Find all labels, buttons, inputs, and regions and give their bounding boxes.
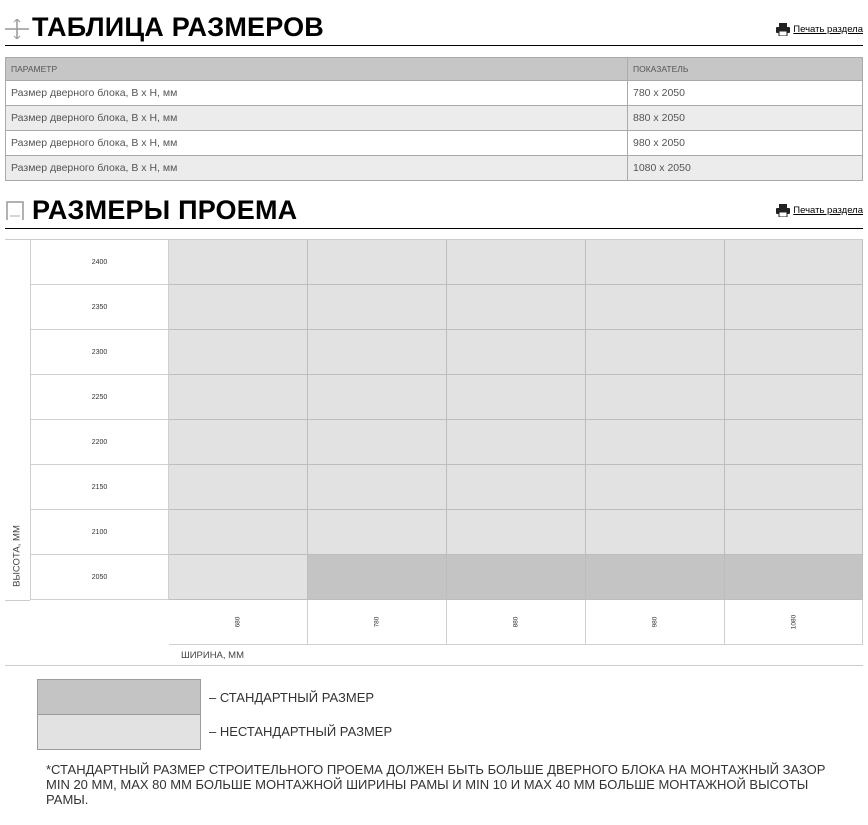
- x-tick-label: 980: [586, 600, 725, 645]
- grid-cell-nonstd: [447, 330, 586, 375]
- size-measure-icon: [5, 18, 29, 44]
- opening-title: РАЗМЕРЫ ПРОЕМА: [32, 195, 298, 225]
- grid-cell-nonstd: [725, 420, 863, 465]
- grid-cell-nonstd: [586, 240, 725, 285]
- x-tick-label: 880: [447, 600, 586, 645]
- grid-cell-std: [725, 555, 863, 600]
- y-axis-title: ВЫСОТА, ММ: [11, 525, 23, 587]
- row-param: Размер дверного блока, В х Н, мм: [5, 155, 628, 181]
- column-header-value: ПОКАЗАТЕЛЬ: [627, 57, 863, 81]
- opening-header: РАЗМЕРЫ ПРОЕМА Печать раздела: [5, 189, 863, 229]
- grid-cell-nonstd: [586, 330, 725, 375]
- y-tick-label: 2400: [30, 240, 169, 285]
- grid-cell-nonstd: [447, 285, 586, 330]
- grid-cell-nonstd: [586, 510, 725, 555]
- row-param: Размер дверного блока, В х Н, мм: [5, 105, 628, 131]
- y-tick-label: 2300: [30, 330, 169, 375]
- grid-cell-nonstd: [725, 375, 863, 420]
- row-value: 880 х 2050: [627, 105, 863, 131]
- grid-cell-nonstd: [586, 375, 725, 420]
- y-tick-label: 2050: [30, 555, 169, 600]
- y-tick-label: 2200: [30, 420, 169, 465]
- grid-cell-nonstd: [169, 375, 308, 420]
- print-section-label[interactable]: Печать раздела: [793, 24, 863, 35]
- grid-cell-nonstd: [447, 510, 586, 555]
- column-header-param: ПАРАМЕТР: [5, 57, 628, 81]
- grid-cell-nonstd: [308, 240, 447, 285]
- grid-cell-std: [308, 555, 447, 600]
- print-section-link[interactable]: Печать раздела: [776, 204, 863, 217]
- grid-cell-nonstd: [308, 510, 447, 555]
- grid-cell-nonstd: [169, 510, 308, 555]
- printer-icon: [776, 204, 791, 217]
- size-table: ПАРАМЕТР ПОКАЗАТЕЛЬ Размер дверного блок…: [5, 57, 863, 181]
- grid-cell-nonstd: [308, 285, 447, 330]
- x-tick-label: 780: [308, 600, 447, 645]
- grid-left-rule: [5, 600, 30, 601]
- grid-cell-nonstd: [308, 375, 447, 420]
- y-tick-label: 2350: [30, 285, 169, 330]
- grid-cell-nonstd: [169, 240, 308, 285]
- legend-standard-label: – СТАНДАРТНЫЙ РАЗМЕР: [209, 690, 375, 705]
- grid-cell-nonstd: [725, 465, 863, 510]
- printer-icon: [776, 23, 791, 36]
- y-tick-label: 2100: [30, 510, 169, 555]
- table-row: Размер дверного блока, В х Н, мм 980 х 2…: [5, 130, 863, 156]
- grid-cell-nonstd: [308, 330, 447, 375]
- grid-cell-nonstd: [308, 420, 447, 465]
- row-value: 1080 х 2050: [627, 155, 863, 181]
- grid-cell-nonstd: [169, 465, 308, 510]
- grid-cell-nonstd: [725, 330, 863, 375]
- grid-cell-nonstd: [725, 240, 863, 285]
- grid-cell-nonstd: [586, 420, 725, 465]
- print-section-link[interactable]: Печать раздела: [776, 23, 863, 36]
- x-axis-title: ШИРИНА, ММ: [181, 650, 245, 661]
- grid-cell-nonstd: [725, 510, 863, 555]
- grid-cell-nonstd: [308, 465, 447, 510]
- table-row: Размер дверного блока, В х Н, мм 780 х 2…: [5, 80, 863, 106]
- legend-nonstandard-label: – НЕСТАНДАРТНЫЙ РАЗМЕР: [209, 724, 393, 739]
- x-tick-label: 1080: [725, 600, 863, 645]
- row-param: Размер дверного блока, В х Н, мм: [5, 80, 628, 106]
- grid-cell-nonstd: [169, 420, 308, 465]
- print-section-label[interactable]: Печать раздела: [793, 205, 863, 216]
- size-table-header: ТАБЛИЦА РАЗМЕРОВ Печать раздела: [5, 6, 863, 46]
- grid-cell-nonstd: [447, 420, 586, 465]
- grid-cell-nonstd: [447, 465, 586, 510]
- table-row: Размер дверного блока, В х Н, мм 1080 х …: [5, 155, 863, 181]
- legend-standard-swatch: [37, 679, 201, 715]
- opening-size-grid: ВЫСОТА, ММ ШИРИНА, ММ 2400 2350 2300 2250 22…: [0, 236, 868, 666]
- grid-cell-nonstd: [169, 330, 308, 375]
- table-row: Размер дверного блока, В х Н, мм 880 х 2…: [5, 105, 863, 131]
- grid-cell-nonstd: [725, 285, 863, 330]
- grid-bottom-rule: [5, 665, 863, 666]
- grid-cell-nonstd: [447, 375, 586, 420]
- y-tick-label: 2150: [30, 465, 169, 510]
- grid-cell-nonstd: [169, 555, 308, 600]
- x-tick-label: 680: [169, 600, 308, 645]
- grid-cell-nonstd: [586, 465, 725, 510]
- grid-cell-std: [586, 555, 725, 600]
- row-param: Размер дверного блока, В х Н, мм: [5, 130, 628, 156]
- grid-cell-nonstd: [169, 285, 308, 330]
- door-opening-icon: [5, 200, 25, 225]
- grid-cell-nonstd: [447, 240, 586, 285]
- size-table-title: ТАБЛИЦА РАЗМЕРОВ: [32, 12, 324, 42]
- legend-nonstandard-swatch: [37, 714, 201, 750]
- footnote: *СТАНДАРТНЫЙ РАЗМЕР СТРОИТЕЛЬНОГО ПРОЕМА…: [46, 762, 826, 807]
- row-value: 780 х 2050: [627, 80, 863, 106]
- grid-cell-nonstd: [586, 285, 725, 330]
- row-value: 980 х 2050: [627, 130, 863, 156]
- y-tick-label: 2250: [30, 375, 169, 420]
- grid-cell-std: [447, 555, 586, 600]
